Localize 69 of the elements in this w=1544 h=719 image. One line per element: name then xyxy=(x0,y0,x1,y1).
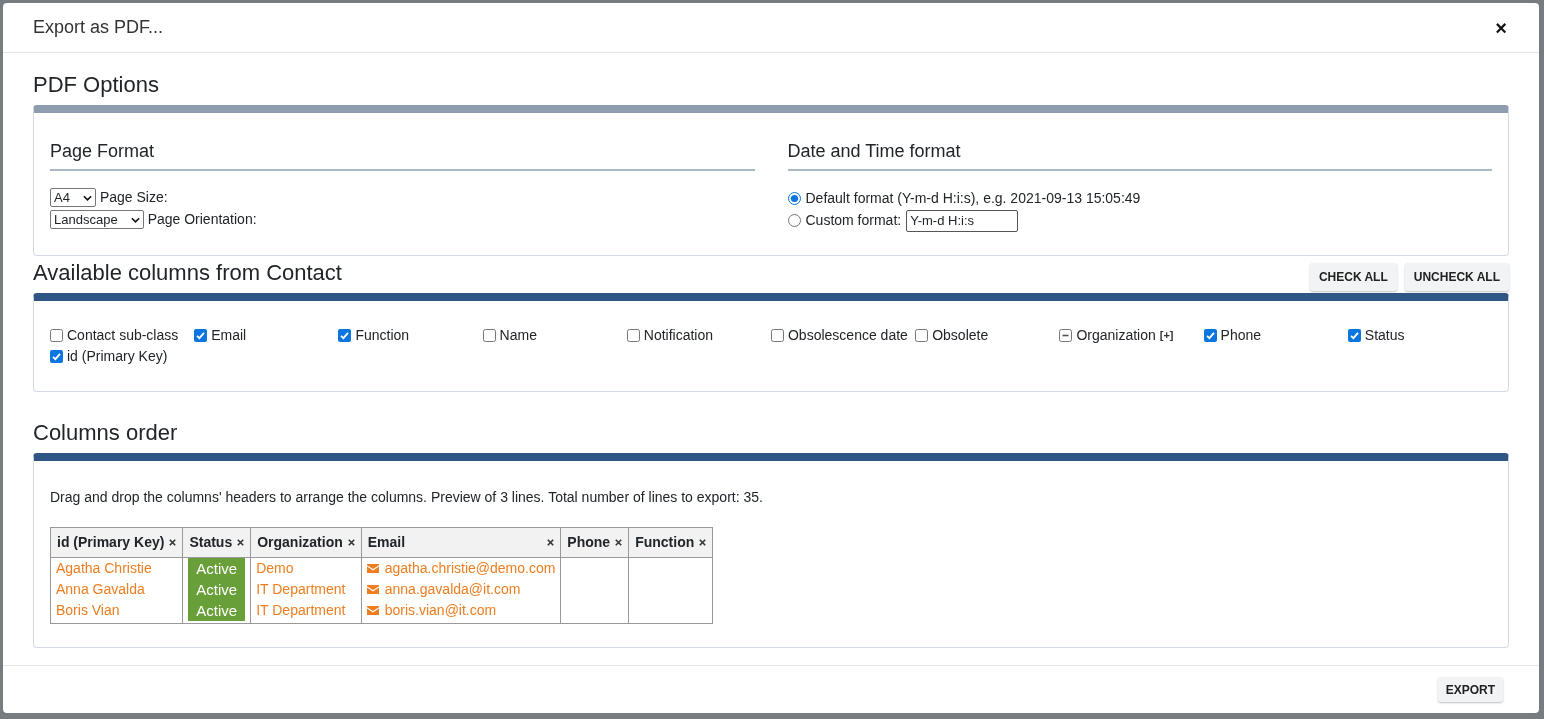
section-heading: PDF Options xyxy=(33,72,160,98)
close-button[interactable]: × xyxy=(1495,17,1507,38)
checkbox-label[interactable]: Contact sub-class xyxy=(67,325,179,346)
select-caption: Page Orientation: xyxy=(147,212,257,227)
checkbox[interactable] xyxy=(626,329,640,342)
remove-column-icon[interactable] xyxy=(347,539,355,546)
export-button[interactable]: EXPORT xyxy=(1437,677,1503,702)
checkbox-label[interactable]: id (Primary Key) xyxy=(67,346,168,367)
checkbox[interactable] xyxy=(50,350,63,363)
checkbox[interactable] xyxy=(1347,329,1361,342)
column-header[interactable]: Function xyxy=(628,527,713,558)
checkbox[interactable] xyxy=(338,329,352,342)
checkbox-label[interactable]: Name xyxy=(499,325,537,346)
section-heading: Available columns from Contact xyxy=(33,260,342,286)
checkbox-label[interactable]: Email xyxy=(211,325,247,346)
column-header[interactable]: Status xyxy=(182,527,251,558)
column-header-label: Phone xyxy=(567,533,611,552)
checkbox-label[interactable]: Obsolete xyxy=(932,325,989,346)
radio-label[interactable]: Custom format: xyxy=(805,210,902,231)
column-header-label: Function xyxy=(635,533,695,552)
panel-heading: Page Format xyxy=(50,139,755,171)
checkbox[interactable] xyxy=(915,329,929,342)
remove-column-icon[interactable] xyxy=(169,539,177,546)
column-header-label: Organization xyxy=(257,533,343,552)
text-input[interactable]: Y-m-d H:i:s xyxy=(906,209,1019,232)
expand-link[interactable]: [+] xyxy=(1159,327,1174,344)
radio-button[interactable] xyxy=(787,192,801,205)
radio-button[interactable] xyxy=(787,214,801,227)
column-header-label: id (Primary Key) xyxy=(57,533,165,552)
status-badge: Active xyxy=(188,558,246,579)
envelope-icon xyxy=(366,564,379,573)
checkbox[interactable] xyxy=(482,329,496,342)
column-header[interactable]: Organization xyxy=(250,527,362,558)
remove-column-icon[interactable] xyxy=(699,539,707,546)
checkbox[interactable] xyxy=(1059,329,1073,342)
checkbox-label[interactable]: Notification xyxy=(643,325,714,346)
checkbox-label[interactable]: Function xyxy=(355,325,410,346)
chevron-down-icon xyxy=(130,216,140,223)
panel-heading: Date and Time format xyxy=(787,139,1492,171)
checkbox[interactable] xyxy=(194,329,208,342)
remove-column-icon[interactable] xyxy=(237,539,245,546)
select-caption: Page Size: xyxy=(99,190,168,205)
checkbox[interactable] xyxy=(1203,329,1217,342)
checkbox-label[interactable]: Organization xyxy=(1076,325,1156,346)
checkbox[interactable] xyxy=(771,329,784,342)
toolbar-button[interactable]: CHECK ALL xyxy=(1309,263,1397,291)
instructions-text: Drag and drop the columns' headers to arrange the columns. Preview of 3 lines. Total number of lines to export: 35. xyxy=(50,488,764,507)
toolbar-button[interactable]: UNCHECK ALL xyxy=(1404,263,1509,291)
column-header[interactable]: Email xyxy=(361,527,561,558)
column-header[interactable]: Phone xyxy=(560,527,629,558)
chevron-down-icon xyxy=(82,194,92,201)
dialog-title: Export as PDF... xyxy=(33,16,164,39)
section-heading: Columns order xyxy=(33,420,179,446)
checkbox-label[interactable]: Obsolescence date xyxy=(788,325,908,346)
status-badge: Active xyxy=(188,600,246,621)
radio-label[interactable]: Default format (Y-m-d H:i:s), e.g. 2021-09-13 15:05:49 xyxy=(805,188,1141,209)
remove-column-icon[interactable] xyxy=(547,539,555,546)
envelope-icon xyxy=(366,585,379,594)
column-header-label: Email xyxy=(367,533,406,552)
remove-column-icon[interactable] xyxy=(615,539,623,546)
checkbox[interactable] xyxy=(50,329,63,342)
checkbox-label[interactable]: Phone xyxy=(1220,325,1262,346)
status-badge: Active xyxy=(188,579,246,600)
column-header-label: Status xyxy=(189,533,233,552)
dropdown-select[interactable]: A4 xyxy=(50,188,96,207)
checkbox-label[interactable]: Status xyxy=(1364,325,1405,346)
dropdown-select[interactable]: Landscape xyxy=(50,210,144,229)
envelope-icon xyxy=(366,606,379,615)
column-header[interactable]: id (Primary Key) xyxy=(50,527,183,558)
